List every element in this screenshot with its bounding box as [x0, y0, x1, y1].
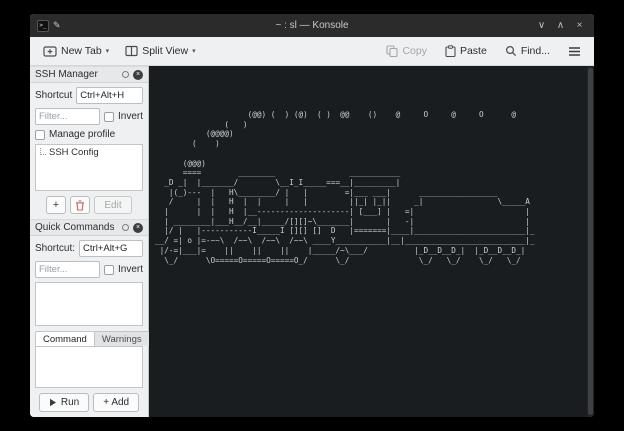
close-panel-button[interactable]: × — [133, 70, 143, 80]
copy-icon — [386, 45, 398, 57]
trash-icon — [75, 200, 85, 211]
konsole-window: >_ ✎ ~ : sl — Konsole ∨ ∧ × New Tab ▾ — [30, 14, 594, 417]
ssh-shortcut-input[interactable] — [76, 87, 143, 104]
edit-ssh-button[interactable]: Edit — [94, 196, 132, 214]
add-command-button[interactable]: + Add — [93, 393, 139, 412]
terminal-scrollbar[interactable] — [587, 66, 594, 417]
ssh-shortcut-row: Shortcut — [30, 83, 148, 104]
maximize-button[interactable]: ∧ — [552, 17, 569, 34]
paste-icon — [445, 45, 456, 57]
ssh-shortcut-label: Shortcut — [35, 90, 72, 101]
ssh-invert-label: Invert — [118, 111, 143, 122]
qc-shortcut-label: Shortcut: — [35, 243, 75, 254]
sidebar: SSH Manager × Shortcut Invert — [30, 66, 149, 417]
tab-command[interactable]: Command — [35, 331, 95, 346]
split-view-icon — [125, 45, 138, 57]
add-label: + Add — [103, 397, 129, 408]
command-textarea[interactable] — [35, 346, 143, 388]
ssh-config-tree[interactable]: SSH Config — [35, 144, 143, 191]
copy-label: Copy — [402, 45, 427, 57]
window-title: ~ : sl — Konsole — [30, 20, 594, 31]
ssh-filter-row: Invert — [30, 104, 148, 125]
search-icon — [505, 45, 517, 57]
split-view-button[interactable]: Split View ▾ — [120, 42, 200, 60]
chevron-down-icon: ▾ — [106, 47, 110, 55]
quick-commands-header[interactable]: Quick Commands × — [30, 219, 148, 236]
new-tab-label: New Tab — [61, 45, 102, 57]
manage-profile-label: Manage profile — [49, 129, 115, 140]
window-controls: ∨ ∧ × — [533, 17, 594, 34]
tree-item-ssh-config[interactable]: SSH Config — [39, 147, 139, 158]
tree-branch-icon — [40, 148, 46, 155]
find-label: Find... — [521, 45, 550, 57]
commands-list[interactable] — [35, 282, 143, 326]
qc-shortcut-input[interactable] — [79, 240, 143, 257]
konsole-app-icon: >_ — [37, 20, 49, 32]
minimize-button[interactable]: ∨ — [533, 17, 550, 34]
titlebar-left: >_ ✎ — [30, 20, 61, 32]
ssh-manager-panel: SSH Manager × Shortcut Invert — [30, 66, 148, 219]
plus-icon: + — [53, 199, 59, 211]
qc-shortcut-row: Shortcut: — [30, 236, 148, 257]
main-toolbar: New Tab ▾ Split View ▾ Copy — [30, 37, 594, 66]
qc-tabs: Command Warnings — [35, 331, 143, 346]
ssh-manager-header[interactable]: SSH Manager × — [30, 66, 148, 83]
qc-invert-checkbox[interactable] — [104, 265, 114, 275]
close-button[interactable]: × — [571, 17, 588, 34]
manage-profile-checkbox[interactable] — [35, 130, 45, 140]
ssh-manager-title: SSH Manager — [35, 69, 118, 80]
quick-commands-title: Quick Commands — [35, 222, 118, 233]
hamburger-icon — [568, 46, 581, 57]
qc-invert-label: Invert — [118, 264, 143, 275]
menu-button[interactable] — [563, 43, 586, 60]
float-panel-icon[interactable] — [122, 71, 129, 78]
scrollbar-thumb[interactable] — [588, 68, 593, 415]
pen-icon: ✎ — [53, 20, 61, 31]
run-button[interactable]: Run — [39, 393, 89, 412]
chevron-down-icon: ▾ — [192, 47, 196, 55]
ascii-train-art: (@@) ( ) (@) ( ) @@ () @ O @ O @ ( ) (@@… — [155, 110, 535, 265]
close-panel-button[interactable]: × — [133, 223, 143, 233]
play-icon — [49, 398, 57, 407]
paste-label: Paste — [460, 45, 487, 57]
add-ssh-button[interactable]: + — [46, 196, 66, 214]
ssh-filter-input[interactable] — [35, 108, 100, 125]
delete-ssh-button[interactable] — [70, 196, 90, 214]
qc-filter-input[interactable] — [35, 261, 100, 278]
qc-buttons-row: Run + Add — [30, 388, 148, 417]
find-button[interactable]: Find... — [500, 42, 555, 60]
tab-warnings[interactable]: Warnings — [94, 331, 150, 346]
quick-commands-panel: Quick Commands × Shortcut: Invert — [30, 219, 148, 417]
copy-button[interactable]: Copy — [381, 42, 432, 60]
ssh-invert-checkbox[interactable] — [104, 112, 114, 122]
terminal-area[interactable]: (@@) ( ) (@) ( ) @@ () @ O @ O @ ( ) (@@… — [149, 66, 594, 417]
split-view-label: Split View — [142, 45, 188, 57]
run-label: Run — [61, 397, 79, 408]
titlebar[interactable]: >_ ✎ ~ : sl — Konsole ∨ ∧ × — [30, 14, 594, 37]
paste-button[interactable]: Paste — [440, 42, 492, 60]
new-tab-button[interactable]: New Tab ▾ — [38, 42, 114, 60]
tree-item-label: SSH Config — [49, 147, 99, 158]
float-panel-icon[interactable] — [122, 224, 129, 231]
ssh-buttons-row: + Edit — [30, 191, 148, 219]
qc-filter-row: Invert — [30, 257, 148, 278]
desktop-background: >_ ✎ ~ : sl — Konsole ∨ ∧ × New Tab ▾ — [0, 0, 624, 431]
manage-profile-row: Manage profile — [30, 125, 148, 140]
new-tab-icon — [43, 45, 57, 57]
toolbar-right-group: Copy Paste Find... — [381, 42, 586, 60]
window-content: SSH Manager × Shortcut Invert — [30, 66, 594, 417]
